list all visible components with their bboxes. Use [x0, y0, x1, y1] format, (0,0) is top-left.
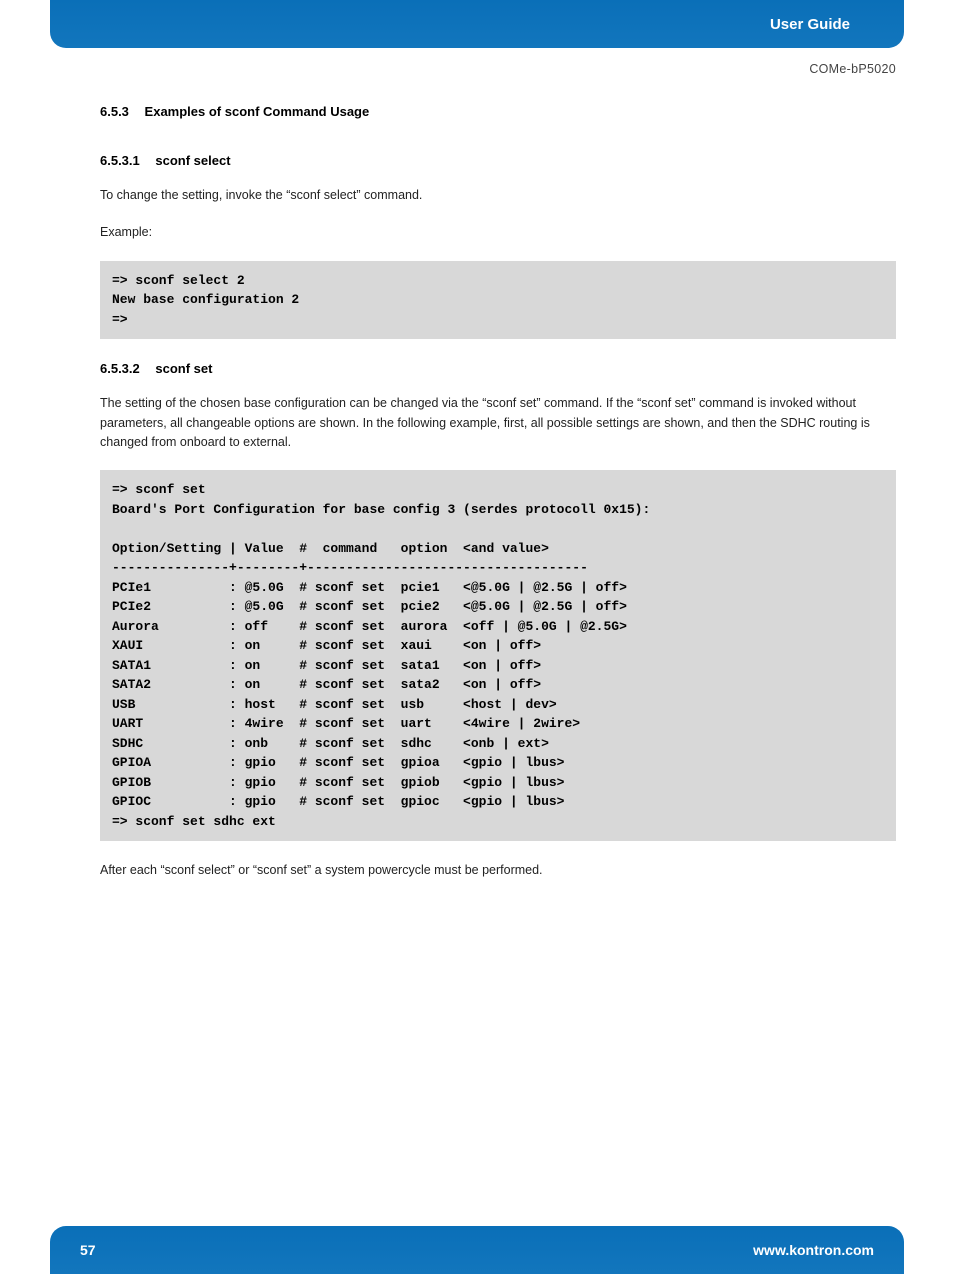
- section-title: Examples of sconf Command Usage: [145, 104, 370, 119]
- paragraph: Example:: [100, 223, 896, 242]
- header-title: User Guide: [770, 16, 850, 33]
- header-bar: User Guide: [50, 0, 904, 48]
- content-area: 6.5.3 Examples of sconf Command Usage 6.…: [100, 104, 896, 1204]
- section-heading-6532: 6.5.3.2 sconf set: [100, 361, 896, 376]
- code-block-set: => sconf set Board's Port Configuration …: [100, 470, 896, 841]
- code-block-select: => sconf select 2 New base configuration…: [100, 261, 896, 340]
- page: User Guide COMe-bP5020 6.5.3 Examples of…: [0, 0, 954, 1274]
- section-heading-6531: 6.5.3.1 sconf select: [100, 153, 896, 168]
- section-number: 6.5.3.1: [100, 153, 140, 168]
- section-number: 6.5.3: [100, 104, 129, 119]
- page-number: 57: [80, 1242, 96, 1258]
- section-title: sconf set: [155, 361, 212, 376]
- section-heading-653: 6.5.3 Examples of sconf Command Usage: [100, 104, 896, 119]
- section-title: sconf select: [155, 153, 230, 168]
- paragraph: After each “sconf select” or “sconf set”…: [100, 861, 896, 880]
- footer-bar: 57 www.kontron.com: [50, 1226, 904, 1274]
- paragraph: To change the setting, invoke the “sconf…: [100, 186, 896, 205]
- footer-url: www.kontron.com: [753, 1242, 874, 1258]
- section-number: 6.5.3.2: [100, 361, 140, 376]
- paragraph: The setting of the chosen base configura…: [100, 394, 896, 452]
- document-id: COMe-bP5020: [809, 62, 896, 76]
